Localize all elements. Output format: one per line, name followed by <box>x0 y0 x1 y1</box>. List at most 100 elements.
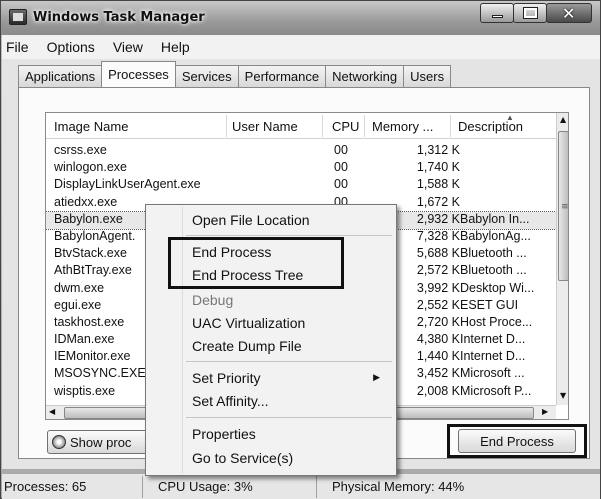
row-image-name: IEMonitor.exe <box>54 349 131 364</box>
menu-help[interactable]: Help <box>161 39 190 55</box>
row-image-name: BabylonAgent. <box>54 228 136 243</box>
maximize-button[interactable] <box>513 3 547 23</box>
menu-item-set-affinity[interactable]: Set Affinity... <box>146 390 396 412</box>
caption-buttons: ✕ <box>480 3 592 23</box>
scroll-up-arrow-icon[interactable]: ▲ <box>560 115 566 124</box>
show-processes-label: Show proc <box>70 434 132 450</box>
menu-item-go-to-services[interactable]: Go to Service(s) <box>146 447 396 469</box>
row-description: Internet D... <box>460 349 526 364</box>
row-image-name: IDMan.exe <box>54 332 115 347</box>
close-button[interactable]: ✕ <box>546 3 592 23</box>
set-priority-label: Set Priority <box>192 370 261 386</box>
row-image-name: taskhost.exe <box>54 314 125 329</box>
row-cpu: 00 <box>334 177 348 192</box>
column-divider[interactable] <box>226 115 227 137</box>
table-row[interactable]: csrss.exe 00 1,312 K <box>46 143 556 160</box>
row-image-name: wisptis.exe <box>54 383 116 398</box>
maximize-icon <box>523 7 538 19</box>
vertical-scroll-thumb[interactable]: ≡ <box>558 131 569 281</box>
row-image-name: Babylon.exe <box>54 211 123 226</box>
row-description: BabylonAg... <box>460 228 531 243</box>
end-process-menu-highlight <box>168 237 344 289</box>
menu-bar: File Options View Help <box>2 35 600 59</box>
tab-users[interactable]: Users <box>403 65 452 87</box>
row-image-name: winlogon.exe <box>54 160 127 175</box>
column-divider[interactable] <box>322 115 323 137</box>
status-cpu: CPU Usage: 3% <box>158 479 253 494</box>
status-divider <box>316 476 317 498</box>
title-bar[interactable]: Windows Task Manager ✕ <box>1 1 600 35</box>
row-memory: 1,588 K <box>416 177 460 192</box>
table-row[interactable]: DisplayLinkUserAgent.exe 00 1,588 K <box>46 177 556 194</box>
menu-item-set-priority[interactable]: Set Priority ▶ <box>146 367 396 389</box>
row-image-name: MSOSYNC.EXE <box>54 366 146 381</box>
row-description: Bluetooth ... <box>460 246 527 261</box>
table-row[interactable]: winlogon.exe 00 1,740 K <box>46 160 556 177</box>
menu-file[interactable]: File <box>6 39 29 55</box>
row-memory: 1,312 K <box>416 143 460 157</box>
show-processes-button[interactable]: Show proc <box>47 430 157 454</box>
status-divider <box>142 476 143 498</box>
menu-item-create-dump-file[interactable]: Create Dump File <box>146 335 396 357</box>
sort-up-icon: ▲ <box>506 113 514 122</box>
row-description: Bluetooth ... <box>460 263 527 278</box>
menu-item-uac-virtualization[interactable]: UAC Virtualization <box>146 312 396 334</box>
menu-item-debug: Debug <box>192 292 234 308</box>
row-description: Desktop Wi... <box>460 280 535 295</box>
end-process-button[interactable]: End Process <box>458 429 576 453</box>
menu-item-properties[interactable]: Properties <box>146 423 396 445</box>
status-memory: Physical Memory: 44% <box>332 479 465 494</box>
column-image-name[interactable]: Image Name <box>54 119 128 134</box>
row-description: Host Proce... <box>460 314 533 329</box>
status-bar: Processes: 65 CPU Usage: 3% Physical Mem… <box>2 473 600 499</box>
menu-options[interactable]: Options <box>47 39 95 55</box>
end-process-highlight: End Process <box>447 424 587 458</box>
status-processes: Processes: 65 <box>4 479 87 494</box>
tab-strip: Applications Processes Services Performa… <box>18 61 452 87</box>
column-user-name[interactable]: User Name <box>232 119 298 134</box>
minimize-button[interactable] <box>480 3 514 23</box>
row-cpu: 00 <box>334 160 348 175</box>
menu-separator <box>186 417 392 418</box>
row-description: ESET GUI <box>460 297 519 312</box>
tab-processes[interactable]: Processes <box>101 61 176 87</box>
row-image-name: dwm.exe <box>54 280 105 295</box>
vertical-scrollbar[interactable]: ▲ ≡ ▼ <box>556 113 569 405</box>
tab-performance[interactable]: Performance <box>237 65 327 87</box>
menu-item-open-file-location[interactable]: Open File Location <box>146 209 396 231</box>
row-image-name: BtvStack.exe <box>54 246 127 261</box>
submenu-arrow-icon: ▶ <box>373 372 380 382</box>
column-cpu[interactable]: CPU <box>332 119 359 134</box>
row-memory: 1,740 K <box>416 160 460 175</box>
row-cpu: 00 <box>334 143 348 157</box>
scroll-left-arrow-icon[interactable]: ◀ <box>49 407 55 416</box>
row-description: Internet D... <box>460 332 526 347</box>
row-description: Microsoft P... <box>460 383 532 398</box>
row-description: Microsoft ... <box>460 366 525 381</box>
row-image-name: egui.exe <box>54 297 102 312</box>
menu-separator <box>186 361 392 362</box>
close-icon: ✕ <box>562 4 576 23</box>
list-header: Image Name User Name CPU Memory ... Desc… <box>46 113 556 139</box>
row-image-name: DisplayLinkUserAgent.exe <box>54 177 201 192</box>
column-divider[interactable] <box>364 115 365 137</box>
row-description: Babylon In... <box>460 211 530 226</box>
task-manager-app-icon <box>9 9 27 25</box>
grip-icon: ≡ <box>561 202 569 212</box>
column-divider[interactable] <box>450 115 451 137</box>
scroll-right-arrow-icon[interactable]: ▶ <box>542 407 548 416</box>
column-memory[interactable]: Memory ... <box>372 119 433 134</box>
tab-services[interactable]: Services <box>174 65 239 87</box>
end-process-label: End Process <box>480 433 554 449</box>
tab-applications[interactable]: Applications <box>18 65 103 87</box>
window-title: Windows Task Manager <box>33 10 205 25</box>
row-image-name: atiedxx.exe <box>54 194 118 209</box>
menu-separator <box>186 235 392 236</box>
scroll-down-arrow-icon[interactable]: ▼ <box>560 391 566 400</box>
row-image-name: csrss.exe <box>54 143 107 157</box>
menu-view[interactable]: View <box>113 39 143 55</box>
tab-networking[interactable]: Networking <box>325 65 405 87</box>
minimize-icon <box>492 15 503 18</box>
row-image-name: AthBtTray.exe <box>54 263 132 278</box>
uac-shield-icon <box>52 435 66 449</box>
